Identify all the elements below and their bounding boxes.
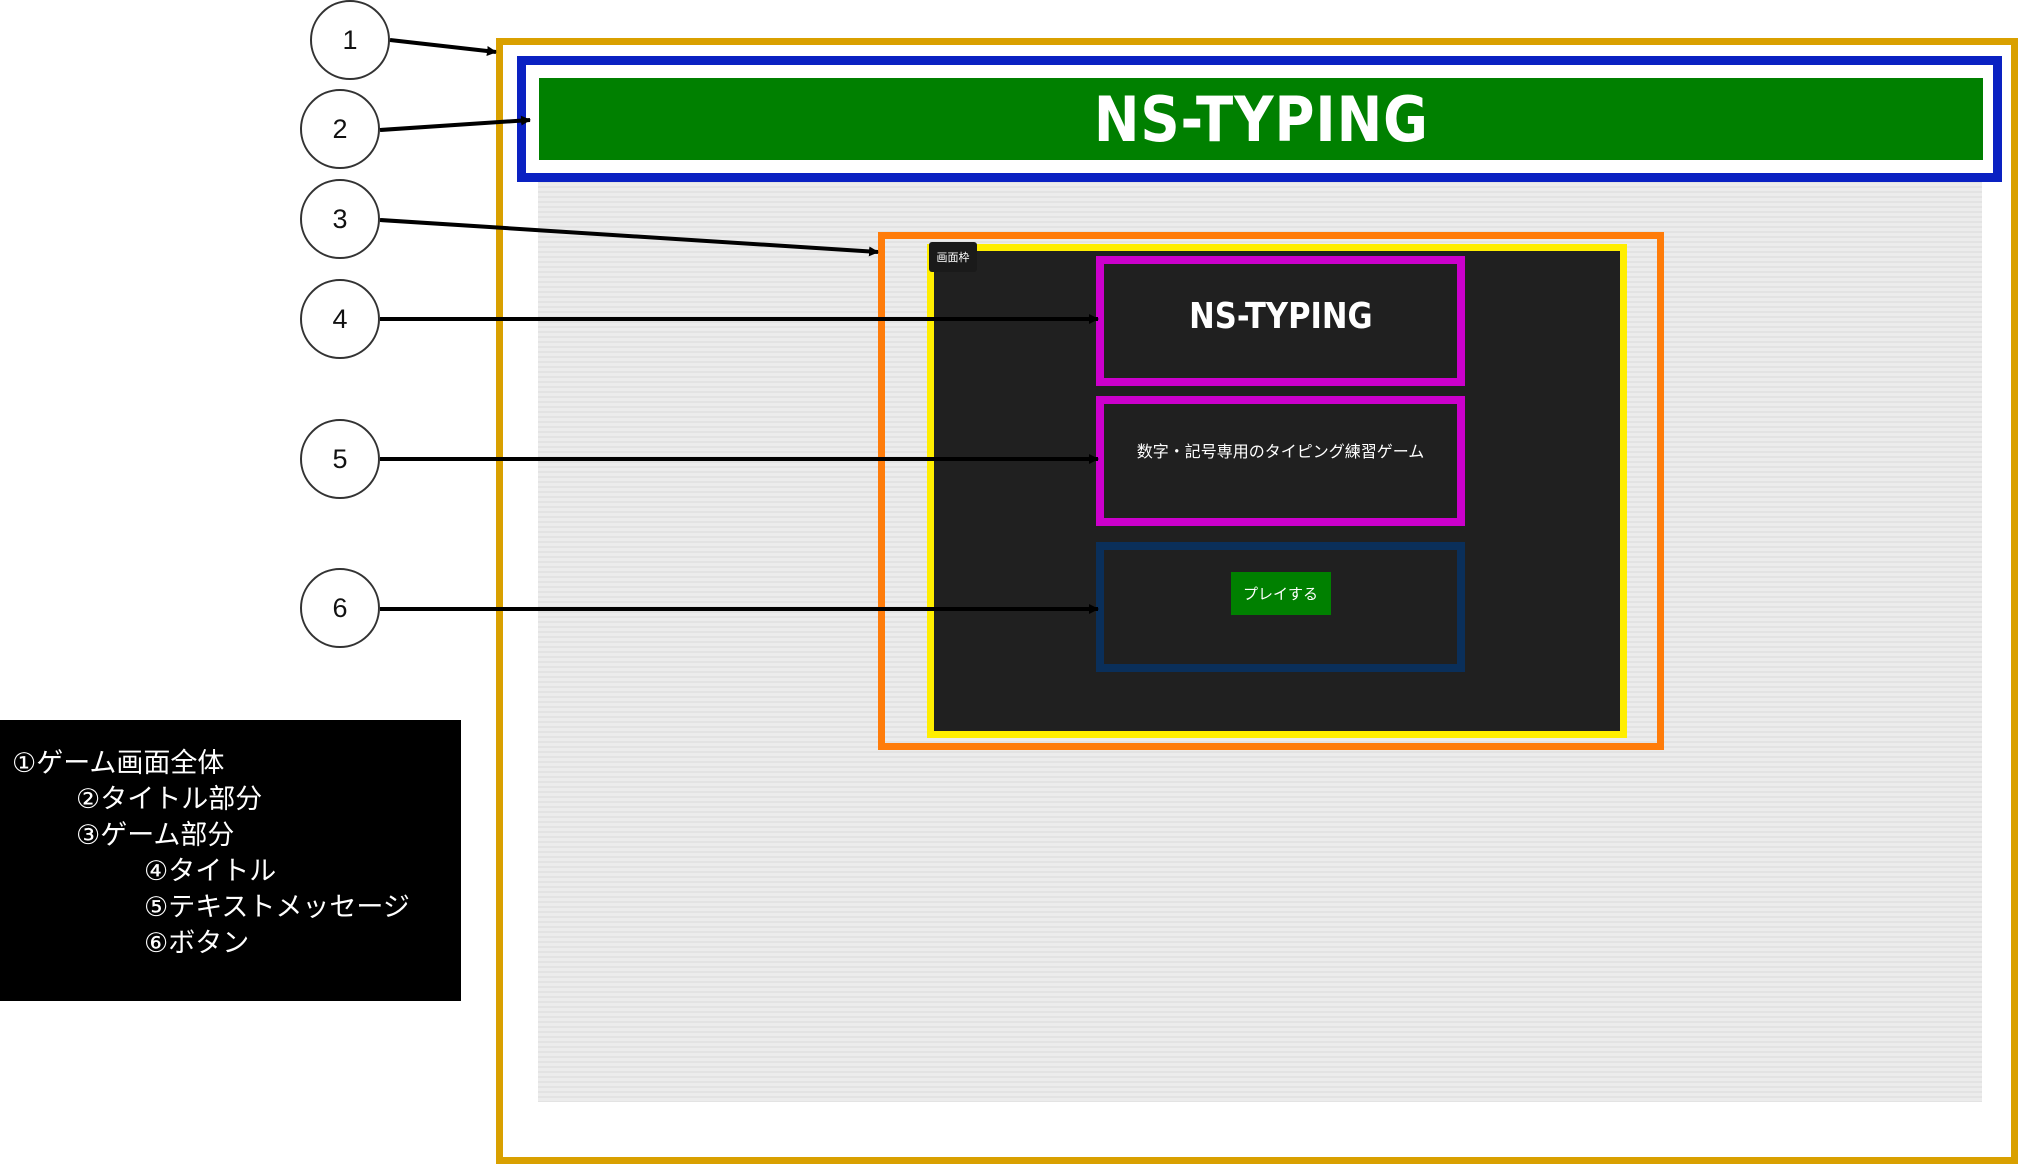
game-title-box: NS-TYPING bbox=[1096, 256, 1465, 386]
legend-item: ③ゲーム部分 bbox=[76, 820, 235, 851]
legend-item: ⑤テキストメッセージ bbox=[144, 892, 410, 923]
callout-2: 2 bbox=[300, 89, 380, 169]
diagram-canvas: NS-TYPING 画面枠 NS-TYPING 数字・記号専用のタイピング練習ゲ… bbox=[0, 0, 2028, 1168]
game-message: 数字・記号専用のタイピング練習ゲーム bbox=[1136, 442, 1425, 461]
legend-item: ①ゲーム画面全体 bbox=[12, 748, 225, 779]
legend-item: ④タイトル bbox=[144, 856, 277, 887]
game-title: NS-TYPING bbox=[1188, 295, 1373, 337]
callout-1: 1 bbox=[310, 0, 390, 80]
header-title: NS-TYPING bbox=[1093, 82, 1429, 156]
callout-4: 4 bbox=[300, 279, 380, 359]
callout-5: 5 bbox=[300, 419, 380, 499]
play-button[interactable]: プレイする bbox=[1230, 571, 1331, 615]
legend-item: ②タイトル部分 bbox=[76, 784, 263, 815]
title-bar: NS-TYPING bbox=[539, 78, 1983, 160]
callout-3: 3 bbox=[300, 179, 380, 259]
callout-6: 6 bbox=[300, 568, 380, 648]
button-box: プレイする bbox=[1096, 542, 1465, 672]
screen-label: 画面枠 bbox=[929, 242, 977, 272]
message-box: 数字・記号専用のタイピング練習ゲーム bbox=[1096, 396, 1465, 526]
legend: ①ゲーム画面全体 ②タイトル部分 ③ゲーム部分 ④タイトル ⑤テキストメッセージ… bbox=[0, 720, 461, 1001]
arrow-1 bbox=[389, 38, 497, 56]
legend-item: ⑥ボタン bbox=[144, 928, 250, 959]
